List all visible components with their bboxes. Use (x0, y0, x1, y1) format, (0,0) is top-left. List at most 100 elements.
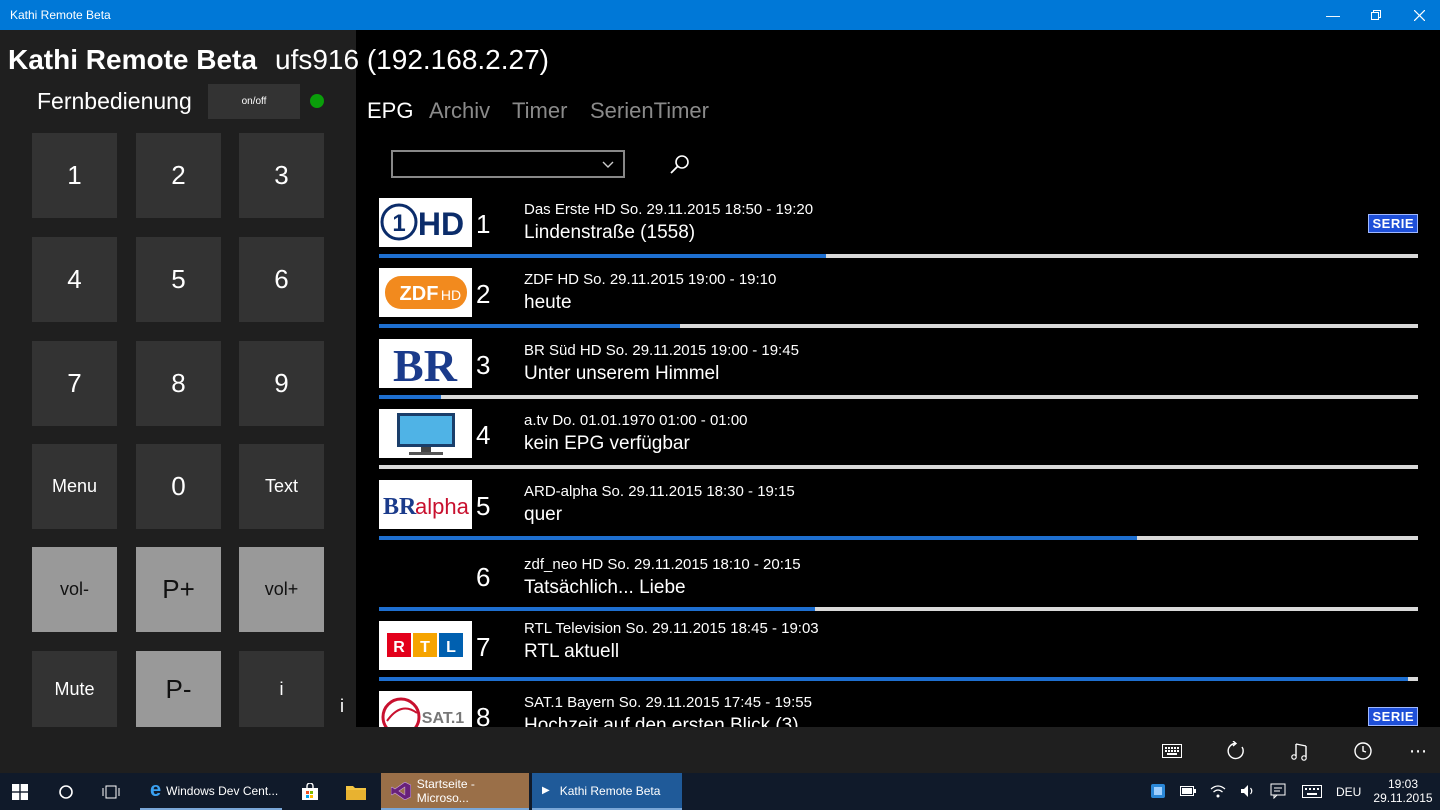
program-up-button[interactable]: P+ (136, 547, 221, 632)
program-title: quer (524, 504, 563, 525)
close-button[interactable] (1396, 0, 1440, 30)
minimize-button[interactable]: — (1310, 0, 1356, 30)
search-icon[interactable] (668, 152, 692, 176)
channel-dropdown[interactable] (391, 150, 625, 178)
tab-serientimer[interactable]: SerienTimer (590, 98, 709, 124)
channel-number: 8 (476, 702, 491, 727)
progress-fill (379, 536, 1138, 540)
key-9[interactable]: 9 (239, 341, 324, 426)
mute-button[interactable]: Mute (32, 651, 117, 727)
epg-row[interactable]: ZDF HD 2 ZDF HD So. 29.11.2015 19:00 - 19… (378, 265, 1420, 335)
keyboard-icon[interactable] (1302, 785, 1322, 798)
app-name: Kathi Remote Beta (8, 44, 257, 75)
restore-button[interactable] (1353, 0, 1399, 30)
task-view-icon (102, 785, 120, 798)
app-tray-icon[interactable] (1150, 783, 1166, 799)
clock-date: 29.11.2015 (1373, 791, 1433, 805)
tv-icon (379, 409, 472, 458)
clock[interactable]: 19:03 29.11.2015 (1373, 777, 1433, 805)
remote-label: Fernbedienung (37, 88, 192, 114)
visual-studio-icon (391, 781, 411, 800)
progress-fill (379, 395, 442, 399)
epg-row[interactable]: BR alpha 5 ARD-alpha So. 29.11.2015 18:30… (378, 477, 1420, 547)
svg-text:ZDF: ZDF (400, 283, 439, 305)
key-6[interactable]: 6 (239, 237, 324, 322)
key-8[interactable]: 8 (136, 341, 221, 426)
key-1[interactable]: 1 (32, 133, 117, 218)
music-icon (1291, 743, 1307, 761)
cortana-button[interactable] (58, 773, 78, 810)
taskbar-kathi-remote[interactable]: ▶ Kathi Remote Beta (532, 773, 682, 810)
key-3[interactable]: 3 (239, 133, 324, 218)
music-button[interactable] (1288, 739, 1312, 763)
menu-button[interactable]: Menu (32, 444, 117, 529)
epg-row[interactable]: 6 zdf_neo HD So. 29.11.2015 18:10 - 20:1… (378, 548, 1420, 618)
program-title: RTL aktuell (524, 641, 620, 662)
taskbar-item-label: Startseite - Microso... (416, 776, 475, 805)
tab-archiv[interactable]: Archiv (429, 98, 490, 124)
epg-list: 1 HD 1 Das Erste HD So. 29.11.2015 18:50 … (378, 195, 1420, 727)
key-0[interactable]: 0 (136, 444, 221, 529)
taskbar-item-label: Windows Dev Cent... (166, 783, 279, 798)
channel-number: 7 (476, 632, 491, 662)
more-button[interactable]: ⋯ (1406, 739, 1430, 763)
program-title: kein EPG verfügbar (524, 433, 690, 454)
key-7[interactable]: 7 (32, 341, 117, 426)
tab-timer[interactable]: Timer (512, 98, 567, 124)
epg-row[interactable]: SAT.1 8 SAT.1 Bayern So. 29.11.2015 17:4… (378, 688, 1420, 727)
info-button[interactable]: i (239, 651, 324, 727)
taskbar-visual-studio[interactable]: Startseite - Microso... (381, 773, 529, 810)
epg-row[interactable]: BR 3 BR Süd HD So. 29.11.2015 19:00 - 19… (378, 336, 1420, 406)
restore-icon (1371, 10, 1381, 20)
key-5[interactable]: 5 (136, 237, 221, 322)
language-indicator[interactable]: DEU (1336, 785, 1361, 799)
progress-bar (379, 465, 1418, 469)
channel-number: 4 (476, 420, 491, 450)
power-button[interactable]: on/off (208, 84, 300, 119)
svg-text:HD: HD (418, 206, 464, 242)
epg-row[interactable]: 4 a.tv Do. 01.01.1970 01:00 - 01:00 kein… (378, 406, 1420, 476)
keyboard-button[interactable] (1160, 739, 1184, 763)
volume-down-button[interactable]: vol- (32, 547, 117, 632)
epg-row[interactable]: RTL 7 RTL Television So. 29.11.2015 18:4… (378, 618, 1420, 688)
progress-bar (379, 395, 1418, 399)
volume-icon[interactable] (1240, 783, 1256, 799)
text-button[interactable]: Text (239, 444, 324, 529)
serie-badge[interactable]: SERIE (1368, 707, 1418, 726)
svg-text:BR: BR (383, 494, 417, 520)
epg-row[interactable]: 1 HD 1 Das Erste HD So. 29.11.2015 18:50 … (378, 195, 1420, 265)
program-meta: RTL Television So. 29.11.2015 18:45 - 19… (524, 620, 819, 637)
key-2[interactable]: 2 (136, 133, 221, 218)
wifi-icon[interactable] (1210, 783, 1226, 799)
edge-icon: e (150, 779, 162, 801)
program-down-button[interactable]: P- (136, 651, 221, 727)
timer-button[interactable] (1351, 739, 1375, 763)
channel-number: 2 (476, 279, 491, 309)
channel-number: 5 (476, 491, 491, 521)
taskbar-store[interactable] (294, 773, 326, 810)
tab-epg[interactable]: EPG (367, 98, 413, 124)
volume-up-button[interactable]: vol+ (239, 547, 324, 632)
program-title: Lindenstraße (1558) (524, 222, 696, 243)
start-button[interactable] (12, 773, 34, 810)
clock-icon (1354, 742, 1372, 760)
key-4[interactable]: 4 (32, 237, 117, 322)
taskbar-explorer[interactable] (340, 773, 372, 810)
channel-logo-sat1: SAT.1 (379, 691, 472, 727)
taskbar-edge[interactable]: e Windows Dev Cent... (140, 773, 282, 810)
progress-bar (379, 254, 1418, 258)
info-label[interactable]: i (340, 696, 344, 717)
notifications-icon[interactable] (1270, 783, 1286, 799)
refresh-button[interactable] (1224, 739, 1248, 763)
device-name: ufs916 (192.168.2.27) (275, 44, 549, 75)
channel-logo-das-erste: 1 HD (379, 198, 472, 247)
svg-text:HD: HD (441, 287, 461, 303)
more-icon: ⋯ (1409, 740, 1427, 761)
windows-icon (12, 783, 28, 800)
channel-number: 3 (476, 350, 491, 380)
channel-logo-br: BR (379, 339, 472, 388)
serie-badge[interactable]: SERIE (1368, 214, 1418, 233)
task-view-button[interactable] (102, 773, 124, 810)
clock-time: 19:03 (1387, 777, 1419, 791)
battery-icon[interactable] (1180, 786, 1196, 796)
